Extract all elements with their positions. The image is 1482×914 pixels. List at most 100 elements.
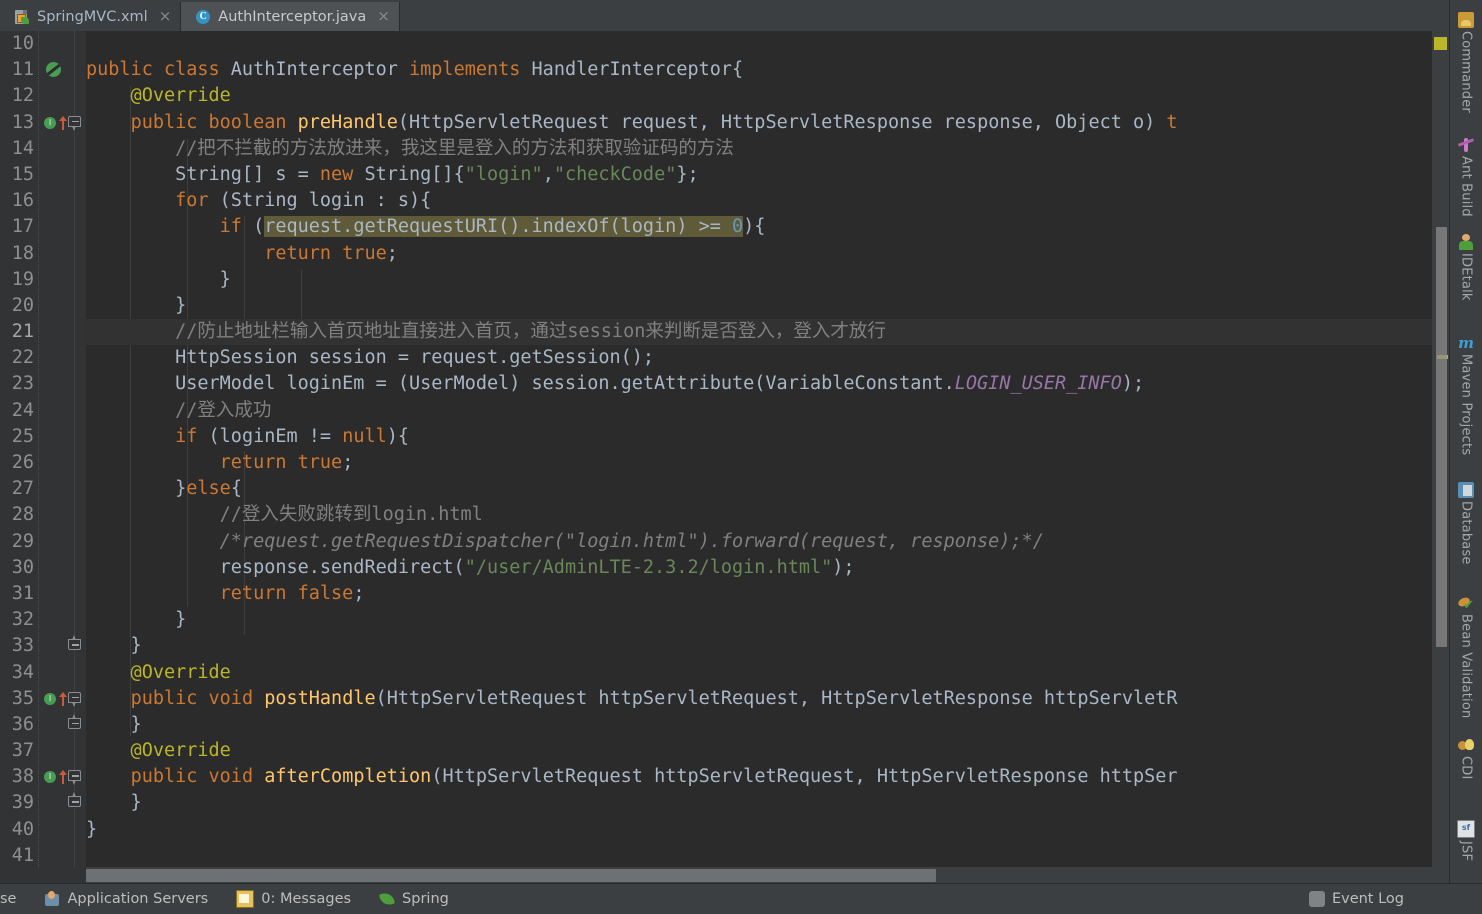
status-spring[interactable]: Spring — [365, 891, 463, 907]
override-arrow-icon[interactable] — [58, 115, 68, 130]
gutter-row[interactable]: 34 — [0, 660, 86, 686]
status-messages[interactable]: 0: Messages — [222, 890, 365, 908]
gutter-row[interactable]: 22 — [0, 345, 86, 371]
code-line[interactable]: HttpSession session = request.getSession… — [86, 345, 1450, 371]
gutter-row[interactable]: 37 — [0, 738, 86, 764]
code-line[interactable]: } — [86, 267, 1450, 293]
gutter-row[interactable]: 28 — [0, 502, 86, 528]
editor-gutter[interactable]: 10 11 12 13 I 14 15 16 17 18 19 20 21 22 23 24 25 26 27 28 2… — [0, 31, 87, 867]
code-line[interactable]: }else{ — [86, 476, 1450, 502]
horizontal-scrollbar-thumb[interactable] — [86, 869, 936, 882]
editor-tab-authinterceptor-java[interactable]: C AuthInterceptor.java × — [181, 2, 400, 31]
implementing-method-icon[interactable]: I — [44, 692, 56, 705]
gutter-row[interactable]: 13 I — [0, 110, 86, 136]
code-line[interactable]: if (request.getRequestURI().indexOf(logi… — [86, 214, 1450, 240]
gutter-row[interactable]: 39 — [0, 790, 86, 816]
fold-end-icon[interactable] — [68, 635, 81, 654]
code-line[interactable]: response.sendRedirect("/user/AdminLTE-2.… — [86, 555, 1450, 581]
gutter-row[interactable]: 18 — [0, 241, 86, 267]
code-line[interactable]: public void afterCompletion(HttpServletR… — [86, 764, 1450, 790]
gutter-row[interactable]: 25 — [0, 424, 86, 450]
gutter-row[interactable]: 23 — [0, 371, 86, 397]
gutter-row[interactable]: 30 — [0, 555, 86, 581]
gutter-row[interactable]: 16 — [0, 188, 86, 214]
code-line[interactable] — [86, 843, 1450, 867]
gutter-row[interactable]: 32 — [0, 607, 86, 633]
tool-window-jsf[interactable]: sf JSF — [1450, 818, 1482, 861]
tool-window-ant-build[interactable]: Ant Build — [1450, 135, 1482, 217]
override-arrow-icon[interactable] — [58, 691, 68, 706]
code-line[interactable] — [86, 31, 1450, 57]
implementing-method-icon[interactable]: I — [44, 116, 56, 129]
tool-window-idetalk[interactable]: IDEtalk — [1450, 232, 1482, 301]
code-line[interactable]: /*request.getRequestDispatcher("login.ht… — [86, 529, 1450, 555]
gutter-row[interactable]: 14 — [0, 136, 86, 162]
code-line[interactable]: //登入失败跳转到login.html — [86, 502, 1450, 528]
code-line[interactable]: return true; — [86, 450, 1450, 476]
code-line[interactable]: } — [86, 790, 1450, 816]
gutter-row[interactable]: 29 — [0, 529, 86, 555]
code-line[interactable]: @Override — [86, 83, 1450, 109]
status-application-servers[interactable]: Application Servers — [30, 891, 222, 907]
gutter-row[interactable]: 31 — [0, 581, 86, 607]
run-class-icon[interactable] — [46, 62, 61, 78]
gutter-row[interactable]: 26 — [0, 450, 86, 476]
gutter-row[interactable]: 40 — [0, 817, 86, 843]
horizontal-scrollbar[interactable] — [86, 867, 1450, 884]
code-line[interactable]: } — [86, 607, 1450, 633]
code-line[interactable]: UserModel loginEm = (UserModel) session.… — [86, 371, 1450, 397]
tool-window-maven-projects[interactable]: m Maven Projects — [1450, 333, 1482, 455]
status-event-log[interactable]: Event Log — [1295, 891, 1482, 907]
warning-marker-icon[interactable] — [1434, 37, 1447, 50]
code-line[interactable]: //把不拦截的方法放进来，我这里是登入的方法和获取验证码的方法 — [86, 136, 1450, 162]
code-line[interactable]: //登入成功 — [86, 398, 1450, 424]
gutter-row[interactable]: 35 I — [0, 686, 86, 712]
gutter-row[interactable]: 17 — [0, 214, 86, 240]
fold-end-icon[interactable] — [68, 713, 81, 733]
close-icon[interactable]: × — [377, 9, 390, 24]
tool-window-database[interactable]: Database — [1450, 480, 1482, 565]
editor-tab-springmvc-xml[interactable]: SpringMVC.xml × — [0, 2, 182, 31]
code-line[interactable]: @Override — [86, 738, 1450, 764]
status-truncated-item[interactable]: se — [0, 891, 30, 907]
code-line[interactable]: @Override — [86, 660, 1450, 686]
gutter-row[interactable]: 12 — [0, 83, 86, 109]
tool-window-commander[interactable]: Commander — [1450, 10, 1482, 113]
vertical-scrollbar-thumb[interactable] — [1436, 227, 1447, 647]
tool-window-bean-validation[interactable]: Bean Validation — [1450, 593, 1482, 718]
code-editor[interactable]: 10 11 12 13 I 14 15 16 17 18 19 20 21 22 23 24 25 26 27 28 2… — [0, 31, 1450, 867]
code-line[interactable]: } — [86, 633, 1450, 659]
code-line[interactable]: for (String login : s){ — [86, 188, 1450, 214]
fold-start-icon[interactable] — [68, 770, 81, 786]
tool-window-cdi[interactable]: CDI — [1450, 735, 1482, 780]
gutter-row[interactable]: 11 — [0, 57, 86, 83]
gutter-row[interactable]: 10 — [0, 31, 86, 57]
gutter-row[interactable]: 33 — [0, 633, 86, 659]
fold-end-icon[interactable] — [68, 792, 81, 811]
gutter-row[interactable]: 21 — [0, 319, 86, 345]
gutter-row[interactable]: 36 — [0, 712, 86, 738]
code-line[interactable]: } — [86, 712, 1450, 738]
gutter-row[interactable]: 27 — [0, 476, 86, 502]
code-line[interactable]: //防止地址栏输入首页地址直接进入首页，通过session来判断是否登入，登入才… — [86, 319, 1450, 346]
code-line[interactable]: return false; — [86, 581, 1450, 607]
code-line[interactable]: } — [86, 293, 1450, 319]
gutter-row[interactable]: 41 — [0, 843, 86, 867]
fold-start-icon[interactable] — [68, 691, 81, 707]
code-line[interactable]: if (loginEm != null){ — [86, 424, 1450, 450]
code-line[interactable]: public boolean preHandle(HttpServletRequ… — [86, 110, 1450, 136]
code-line[interactable]: } — [86, 817, 1450, 843]
gutter-row[interactable]: 19 — [0, 267, 86, 293]
fold-start-icon[interactable] — [68, 115, 81, 131]
code-line[interactable]: public void postHandle(HttpServletReques… — [86, 686, 1450, 712]
code-line[interactable]: return true; — [86, 241, 1450, 267]
override-arrow-icon[interactable] — [58, 770, 68, 785]
gutter-row[interactable]: 15 — [0, 162, 86, 188]
gutter-row[interactable]: 38 I — [0, 764, 86, 790]
implementing-method-icon[interactable]: I — [44, 771, 56, 784]
code-line[interactable]: public class AuthInterceptor implements … — [86, 57, 1450, 83]
code-text-area[interactable]: public class AuthInterceptor implements … — [86, 31, 1450, 867]
close-icon[interactable]: × — [159, 9, 172, 24]
editor-marker-bar[interactable] — [1432, 31, 1450, 867]
code-line[interactable]: String[] s = new String[]{"login","check… — [86, 162, 1450, 188]
